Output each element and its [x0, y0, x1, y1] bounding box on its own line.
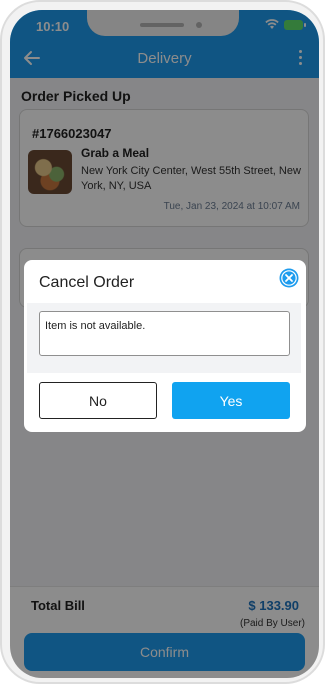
close-circle-icon[interactable]: [279, 268, 299, 288]
no-button[interactable]: No: [39, 382, 157, 419]
phone-frame: 10:10 Delivery Order Picked Up #17660230…: [0, 0, 325, 684]
cancel-order-dialog: Cancel Order Item is not available. No Y…: [24, 260, 306, 432]
yes-button[interactable]: Yes: [172, 382, 290, 419]
cancel-reason-input[interactable]: Item is not available.: [39, 311, 290, 356]
app-screen: 10:10 Delivery Order Picked Up #17660230…: [10, 10, 319, 678]
dialog-title: Cancel Order: [39, 274, 135, 291]
